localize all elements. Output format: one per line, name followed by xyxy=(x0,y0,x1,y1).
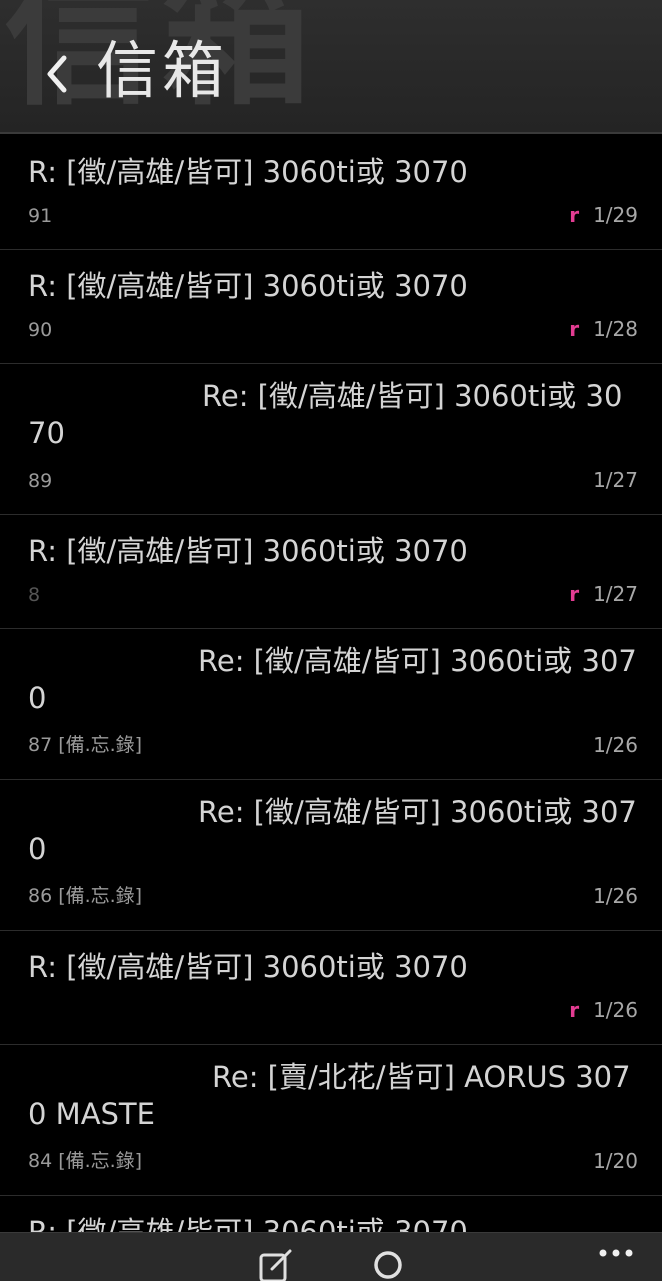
reply-mark: r xyxy=(569,203,580,227)
mail-item[interactable]: Re: [賣/北花/皆可] AORUS 3070 MASTE 84 [備.忘.錄]… xyxy=(0,1045,662,1196)
mail-index: 8 xyxy=(28,584,41,606)
mail-number: 91 xyxy=(28,205,52,227)
mail-date: 1/28 xyxy=(593,317,638,341)
reply-mark: r xyxy=(569,317,580,341)
mail-number: 90 xyxy=(28,319,52,341)
mail-subject: Re: [徵/高雄/皆可] 3060ti或 3070 xyxy=(28,794,638,868)
mail-number: 86 [備.忘.錄] xyxy=(28,881,142,908)
mail-tag: [備.忘.錄] xyxy=(58,885,143,907)
mail-subject-text: Re: [徵/高雄/皆可] 3060ti或 3070 xyxy=(28,644,637,715)
mail-meta: 1/27 xyxy=(593,468,638,492)
more-button[interactable] xyxy=(598,1247,634,1259)
mail-date: 1/29 xyxy=(593,203,638,227)
mail-item[interactable]: R: [徵/高雄/皆可] 3060ti或 3070 90 r 1/28 xyxy=(0,250,662,364)
back-button[interactable] xyxy=(38,50,78,98)
mail-number: 87 [備.忘.錄] xyxy=(28,730,142,757)
mail-meta: 1/26 xyxy=(593,733,638,757)
bottom-toolbar xyxy=(0,1232,662,1281)
mail-index: 86 xyxy=(28,885,53,907)
mail-item[interactable]: R: [徵/高雄/皆可] 3060ti或 3070 r 1/26 xyxy=(0,931,662,1045)
mail-subject: R: [徵/高雄/皆可] 3060ti或 3070 xyxy=(28,534,468,568)
mail-meta: 1/20 xyxy=(593,1149,638,1173)
mail-index: 87 xyxy=(28,734,53,756)
page-title: 信箱 xyxy=(96,34,229,107)
mail-number: 8 xyxy=(28,584,40,606)
more-icon xyxy=(599,1249,633,1257)
reply-mark: r xyxy=(569,582,580,606)
mail-number: 89 xyxy=(28,470,52,492)
mail-meta: r 1/26 xyxy=(569,998,638,1022)
mail-item[interactable]: Re: [徵/高雄/皆可] 3060ti或 3070 89 1/27 xyxy=(0,364,662,515)
mail-subject-text: Re: [徵/高雄/皆可] 3060ti或 3070 xyxy=(28,379,623,450)
mail-subject: Re: [徵/高雄/皆可] 3060ti或 3070 xyxy=(28,643,638,717)
mail-index: 91 xyxy=(28,205,53,227)
mail-item[interactable]: Re: [徵/高雄/皆可] 3060ti或 3070 87 [備.忘.錄] 1/2… xyxy=(0,629,662,780)
mail-date: 1/20 xyxy=(593,1149,638,1173)
mail-subject: R: [徵/高雄/皆可] 3060ti或 3070 xyxy=(28,269,468,303)
compose-button[interactable] xyxy=(258,1249,294,1281)
mail-date: 1/26 xyxy=(593,733,638,757)
mail-date: 1/26 xyxy=(593,998,638,1022)
mail-index: 84 xyxy=(28,1150,53,1172)
mail-subject: R: [徵/高雄/皆可] 3060ti或 3070 xyxy=(28,155,468,189)
mail-subject: Re: [徵/高雄/皆可] 3060ti或 3070 xyxy=(28,378,638,452)
chevron-left-icon xyxy=(47,55,67,93)
mail-meta: 1/26 xyxy=(593,884,638,908)
mail-tag: [備.忘.錄] xyxy=(58,1150,143,1172)
mail-number: 84 [備.忘.錄] xyxy=(28,1146,142,1173)
mail-list: R: [徵/高雄/皆可] 3060ti或 3070 91 r 1/29 R: [徵… xyxy=(0,136,662,1232)
compose-icon xyxy=(259,1249,292,1281)
mail-item[interactable]: R: [徵/高雄/皆可] 3060ti或 3070 8 r 1/27 xyxy=(0,515,662,629)
mail-item[interactable]: Re: [徵/高雄/皆可] 3060ti或 3070 86 [備.忘.錄] 1/2… xyxy=(0,780,662,931)
mail-item[interactable]: R: [徵/高雄/皆可] 3060ti或 3070 91 r 1/29 xyxy=(0,136,662,250)
mail-index: 90 xyxy=(28,319,53,341)
reply-mark: r xyxy=(569,998,580,1022)
mail-subject: R: [徵/高雄/皆可] 3060ti或 3070 xyxy=(28,1215,468,1232)
mail-date: 1/27 xyxy=(593,582,638,606)
search-button[interactable] xyxy=(372,1249,408,1281)
mail-meta: r 1/27 xyxy=(569,582,638,606)
mail-item[interactable]: R: [徵/高雄/皆可] 3060ti或 3070 xyxy=(0,1196,662,1232)
mail-subject: Re: [賣/北花/皆可] AORUS 3070 MASTE xyxy=(28,1059,638,1133)
mail-tag: [備.忘.錄] xyxy=(58,734,143,756)
mail-index: 89 xyxy=(28,470,53,492)
mail-subject-text: Re: [徵/高雄/皆可] 3060ti或 3070 xyxy=(28,795,637,866)
mail-meta: r 1/29 xyxy=(569,203,638,227)
mail-meta: r 1/28 xyxy=(569,317,638,341)
mail-date: 1/26 xyxy=(593,884,638,908)
search-icon xyxy=(374,1251,402,1279)
mail-subject-text: Re: [賣/北花/皆可] AORUS 3070 MASTE xyxy=(28,1060,631,1131)
mail-date: 1/27 xyxy=(593,468,638,492)
mail-subject: R: [徵/高雄/皆可] 3060ti或 3070 xyxy=(28,950,468,984)
header-bar: 信箱 信箱 xyxy=(0,0,662,134)
